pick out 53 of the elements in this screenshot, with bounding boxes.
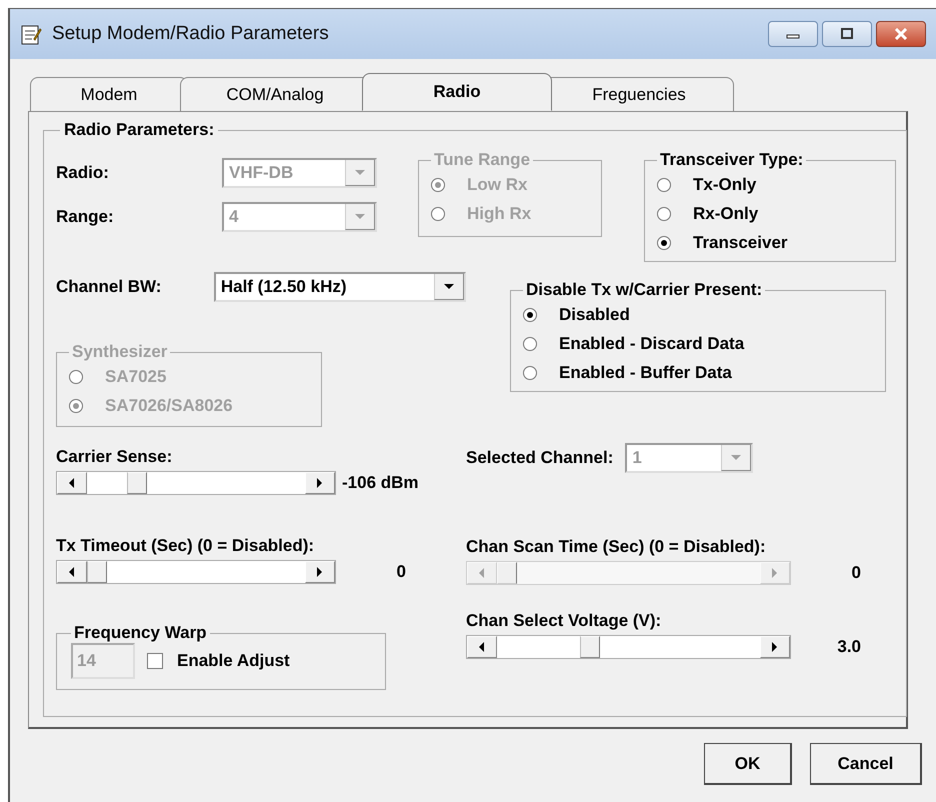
slider-label: Chan Select Voltage (V): xyxy=(466,611,662,631)
minimize-button[interactable] xyxy=(768,21,818,47)
field-label: Range: xyxy=(56,207,115,227)
field-label: Channel BW: xyxy=(56,277,162,297)
slider-thumb[interactable] xyxy=(126,472,147,494)
slider-reading: 0 xyxy=(850,563,861,583)
radio-button[interactable]: Enabled - Buffer Data xyxy=(523,358,875,387)
slider[interactable] xyxy=(466,635,791,659)
group-title: Radio Parameters: xyxy=(63,120,216,140)
arrow-left-icon xyxy=(69,478,75,488)
arrow-right-icon xyxy=(317,478,323,488)
group-title: Tune Range xyxy=(433,150,532,170)
group-title: Synthesizer xyxy=(71,342,168,362)
group-title: Frequency Warp xyxy=(73,623,208,643)
radio-button[interactable]: Transceiver xyxy=(657,228,885,257)
dropdown-arrow-icon xyxy=(354,169,366,176)
slider[interactable] xyxy=(56,471,336,495)
arrow-left-icon xyxy=(69,567,75,577)
dropdown[interactable]: Half (12.50 kHz) xyxy=(214,272,466,302)
slider-label: Tx Timeout (Sec) (0 = Disabled): xyxy=(56,536,316,556)
arrow-left-icon xyxy=(479,568,485,578)
group-title: Disable Tx w/Carrier Present: xyxy=(525,280,764,300)
dropdown-arrow-icon xyxy=(730,454,742,461)
maximize-icon xyxy=(840,28,854,40)
arrow-right-icon xyxy=(772,568,778,578)
close-button[interactable] xyxy=(876,21,926,47)
slider[interactable] xyxy=(56,560,336,584)
radio-button[interactable]: Tx-Only xyxy=(657,170,885,199)
field-label: Selected Channel: xyxy=(466,448,614,468)
radio-button[interactable]: Disabled xyxy=(523,300,875,329)
slider-reading: 3.0 xyxy=(836,637,861,657)
notepad-icon xyxy=(20,23,42,45)
arrow-left-icon xyxy=(479,642,485,652)
dropdown-arrow-icon xyxy=(443,283,455,290)
radio-button[interactable]: Enabled - Discard Data xyxy=(523,329,875,358)
field-label: Radio: xyxy=(56,163,110,183)
window-title: Setup Modem/Radio Parameters xyxy=(52,23,330,45)
arrow-right-icon xyxy=(317,567,323,577)
arrow-right-icon xyxy=(772,642,778,652)
slider-thumb[interactable] xyxy=(87,561,107,583)
slider-reading: -106 dBm xyxy=(342,473,419,493)
slider-label: Carrier Sense: xyxy=(56,447,174,467)
tab[interactable]: Radio xyxy=(362,73,552,111)
close-icon xyxy=(893,28,909,40)
slider-reading: 0 xyxy=(396,562,406,582)
slider-label: Chan Scan Time (Sec) (0 = Disabled): xyxy=(466,537,767,557)
slider-thumb[interactable] xyxy=(580,636,600,658)
dialog-button[interactable]: OK xyxy=(704,743,792,785)
group-title: Transceiver Type: xyxy=(659,150,804,170)
dropdown-arrow-icon xyxy=(354,213,366,220)
radio-button[interactable]: Rx-Only xyxy=(657,199,885,228)
dialog-button[interactable]: Cancel xyxy=(810,743,922,785)
maximize-button[interactable] xyxy=(822,21,872,47)
